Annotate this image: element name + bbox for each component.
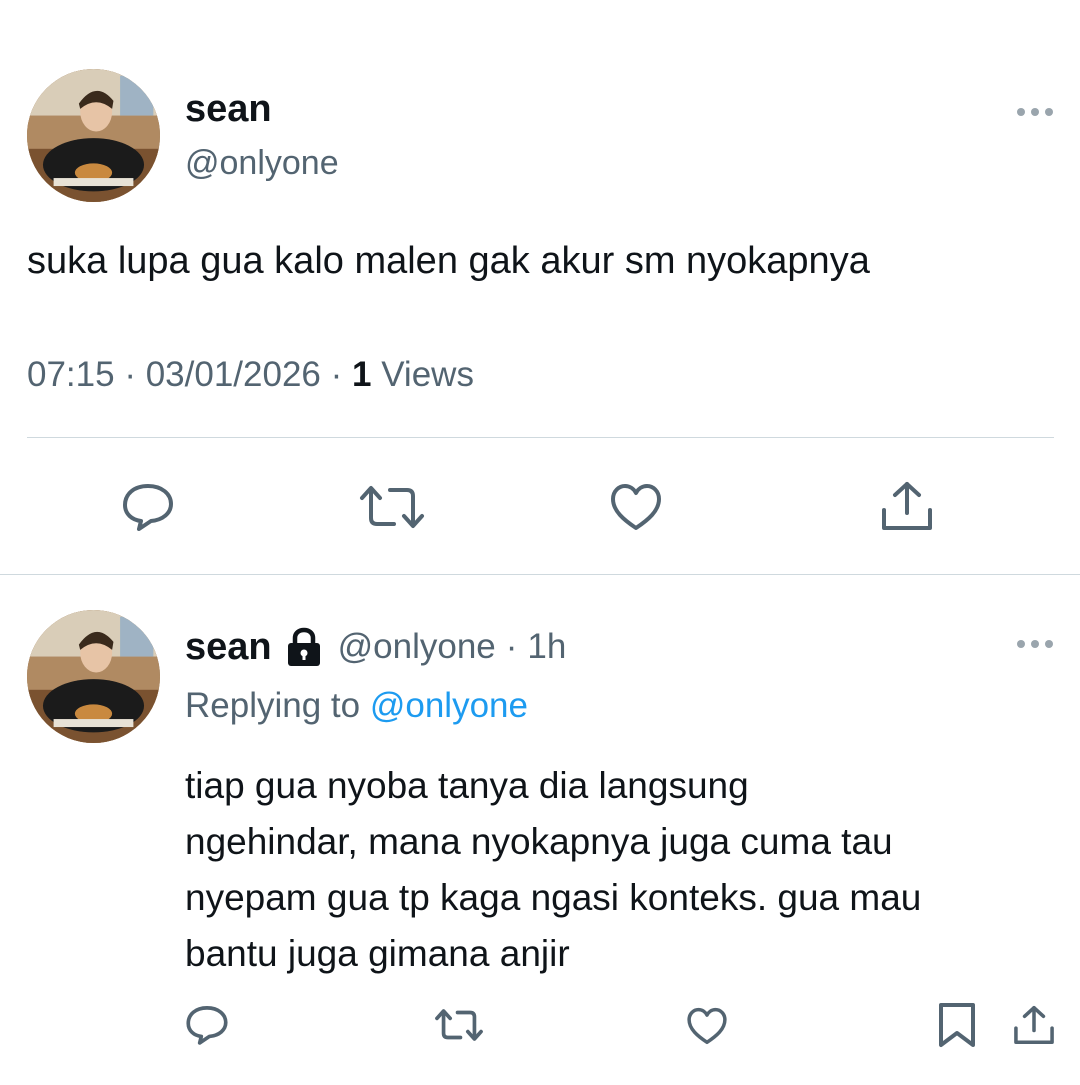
share-icon[interactable] (879, 480, 935, 532)
avatar-photo (27, 610, 160, 743)
display-name[interactable]: sean (185, 88, 272, 131)
meta-separator: · (124, 355, 136, 394)
user-handle[interactable]: @onlyone (185, 144, 339, 183)
reply-display-name[interactable]: sean (185, 626, 272, 669)
share-icon[interactable] (1012, 1003, 1056, 1047)
tweet-date[interactable]: 03/01/2026 (146, 355, 321, 394)
views-label[interactable]: Views (381, 355, 474, 394)
replying-to-label: Replying to (185, 686, 361, 725)
reply-text-line: ngehindar, mana nyokapnya juga cuma tau (185, 821, 893, 862)
like-icon[interactable] (686, 1006, 728, 1046)
tweet-time[interactable]: 07:15 (27, 355, 115, 394)
reply-text-line: nyepam gua tp kaga ngasi konteks. gua ma… (185, 877, 922, 918)
reply-text-line: bantu juga gimana anjir (185, 933, 570, 974)
tweet-text: suka lupa gua kalo malen gak akur sm nyo… (27, 240, 870, 282)
tweet-meta: 07:15 · 03/01/2026 · 1 Views (27, 355, 474, 395)
views-count[interactable]: 1 (352, 355, 371, 394)
lock-icon (286, 627, 322, 667)
reply-text-line: tiap gua nyoba tanya dia langsung (185, 765, 749, 806)
reply-header: sean @onlyone · 1h (185, 624, 566, 670)
section-divider (0, 574, 1080, 575)
meta-separator: · (330, 355, 343, 394)
replying-to-handle[interactable]: @onlyone (370, 686, 528, 725)
retweet-icon[interactable] (358, 482, 426, 532)
avatar-photo (27, 69, 160, 202)
reply-icon[interactable] (121, 482, 175, 532)
reply-handle[interactable]: @onlyone (338, 627, 496, 667)
reply-avatar[interactable] (27, 610, 160, 743)
avatar[interactable] (27, 69, 160, 202)
bookmark-icon[interactable] (938, 1002, 976, 1048)
reply-icon[interactable] (185, 1004, 229, 1046)
retweet-icon[interactable] (434, 1006, 484, 1044)
reply-more-options-icon[interactable] (1017, 640, 1053, 648)
more-options-icon[interactable] (1017, 108, 1053, 116)
divider (27, 437, 1054, 438)
reply-age[interactable]: 1h (527, 627, 566, 667)
replying-to: Replying to @onlyone (185, 686, 528, 726)
like-icon[interactable] (609, 482, 663, 532)
reply-text: tiap gua nyoba tanya dia langsung ngehin… (185, 758, 921, 982)
meta-separator: · (505, 627, 518, 666)
